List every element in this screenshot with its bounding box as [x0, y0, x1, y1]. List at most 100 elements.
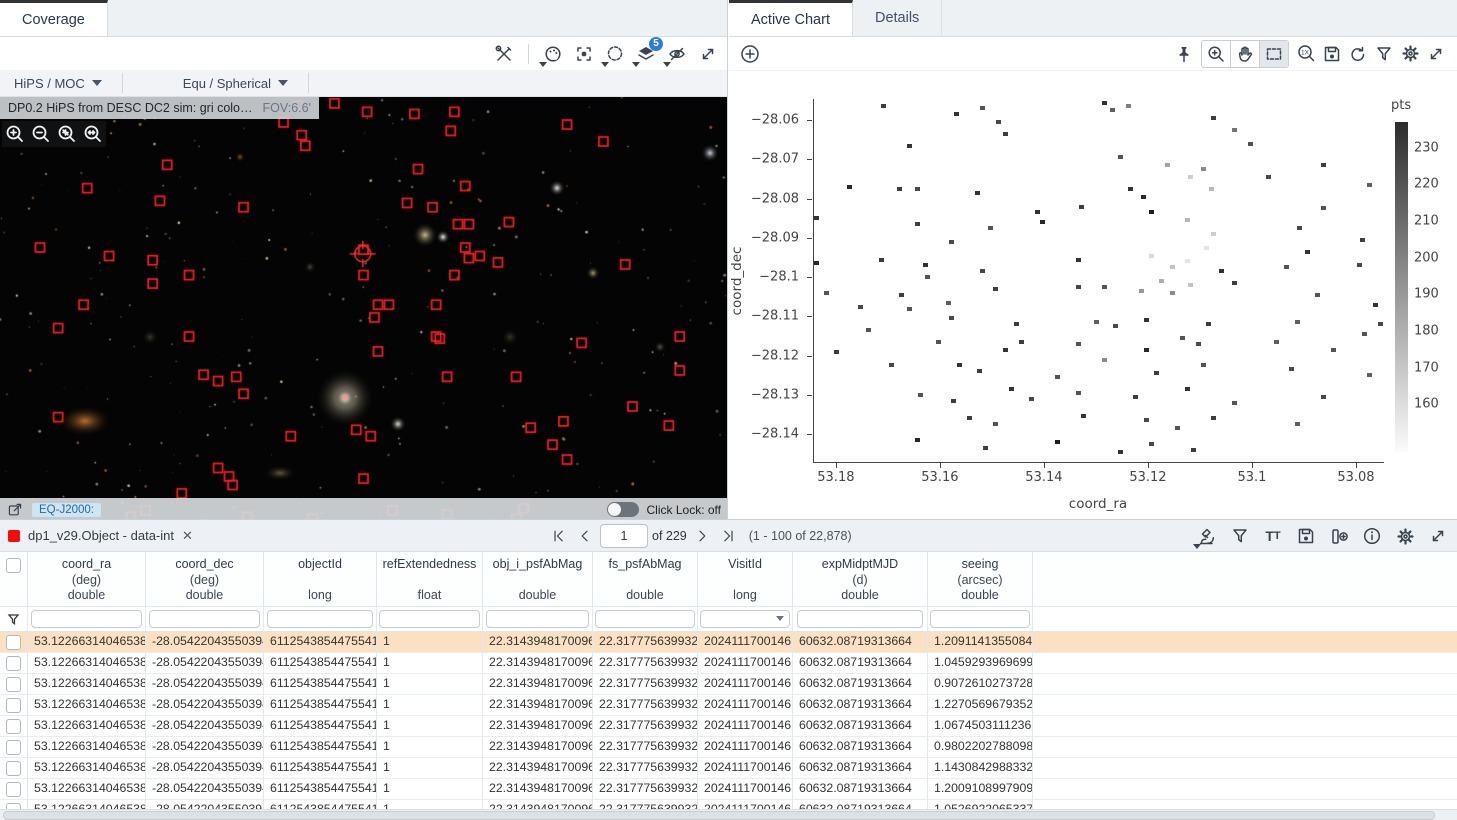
- row-checkbox[interactable]: [6, 677, 21, 692]
- row-checkbox[interactable]: [6, 698, 21, 713]
- scrollbar-thumb[interactable]: [3, 811, 1435, 820]
- table-row[interactable]: 53.12266314046538-28.0542204355039476112…: [0, 632, 1457, 653]
- last-page-icon[interactable]: [717, 525, 739, 547]
- plot-area[interactable]: [813, 99, 1384, 463]
- first-page-icon[interactable]: [548, 525, 570, 547]
- close-icon[interactable]: ✕: [182, 528, 193, 544]
- add-column-icon[interactable]: [1326, 523, 1352, 549]
- table-row[interactable]: 53.12266314046538-28.0542204355039476112…: [0, 758, 1457, 779]
- save-icon[interactable]: [1293, 523, 1319, 549]
- column-header-VisitId[interactable]: VisitIdlong: [698, 552, 793, 606]
- filter-dropdown-caret[interactable]: [776, 616, 784, 621]
- column-header-coord_dec[interactable]: coord_dec(deg)double: [146, 552, 264, 606]
- filter-input-obj_i_psfAbMag[interactable]: [486, 610, 590, 628]
- tab-details[interactable]: Details: [853, 0, 942, 36]
- projection-label: Equ / Spherical: [183, 76, 271, 91]
- expand-icon[interactable]: [1423, 41, 1449, 67]
- x-tick-label: 53.16: [921, 470, 958, 485]
- add-chart-icon[interactable]: [737, 41, 763, 67]
- recenter-icon[interactable]: [571, 41, 597, 67]
- info-icon[interactable]: [1359, 523, 1385, 549]
- horizontal-scrollbar[interactable]: [0, 809, 1457, 820]
- select-all-checkbox[interactable]: [6, 558, 21, 573]
- table-color-swatch: [8, 530, 20, 542]
- restore-icon[interactable]: [1345, 41, 1371, 67]
- table-row[interactable]: 53.12266314046538-28.0542204355039476112…: [0, 737, 1457, 758]
- zoom-in-icon[interactable]: [2, 121, 28, 147]
- cell-seeing: 1.0459293969699275: [928, 653, 1033, 673]
- cell-refExtendedness: 1: [377, 758, 483, 778]
- column-header-obj_i_psfAbMag[interactable]: obj_i_psfAbMagdouble: [483, 552, 593, 606]
- expand-icon[interactable]: [695, 41, 721, 67]
- heatmap-cell: [814, 261, 819, 265]
- projection-dropdown[interactable]: Equ / Spherical: [169, 76, 302, 91]
- settings-gear-icon[interactable]: [1392, 523, 1418, 549]
- select-region-icon[interactable]: [602, 41, 628, 67]
- column-header-objectId[interactable]: objectIdlong: [264, 552, 377, 606]
- x-tick-label: 53.08: [1337, 470, 1374, 485]
- zoom-fill-icon[interactable]: [80, 121, 106, 147]
- next-page-icon[interactable]: [691, 525, 713, 547]
- hips-sky-canvas[interactable]: [0, 97, 727, 521]
- row-checkbox[interactable]: [6, 656, 21, 671]
- zoom-out-icon[interactable]: [28, 121, 54, 147]
- filter-icon[interactable]: [1227, 523, 1253, 549]
- row-checkbox[interactable]: [6, 740, 21, 755]
- page-number-input[interactable]: [600, 524, 648, 548]
- filter-icon[interactable]: [1371, 41, 1397, 67]
- cell-fs_psfAbMag: 22.31777563993289: [593, 716, 698, 736]
- row-checkbox[interactable]: [6, 782, 21, 797]
- layers-icon[interactable]: 5: [633, 41, 659, 67]
- cell-coord_ra: 53.12266314046538: [28, 758, 146, 778]
- table-row[interactable]: 53.12266314046538-28.0542204355039476112…: [0, 653, 1457, 674]
- cell-refExtendedness: 1: [377, 632, 483, 652]
- save-icon[interactable]: [1319, 41, 1345, 67]
- tab-coverage[interactable]: Coverage: [0, 0, 108, 36]
- filter-input-fs_psfAbMag[interactable]: [595, 610, 695, 628]
- pin-icon[interactable]: [1171, 41, 1197, 67]
- hips-moc-dropdown[interactable]: HiPS / MOC: [0, 76, 116, 91]
- filter-input-coord_ra[interactable]: [31, 610, 142, 628]
- tab-active-chart[interactable]: Active Chart: [729, 0, 853, 36]
- expand-icon[interactable]: [1425, 523, 1451, 549]
- row-checkbox[interactable]: [6, 719, 21, 734]
- tools-icon[interactable]: [491, 41, 517, 67]
- text-view-icon[interactable]: TT: [1260, 523, 1286, 549]
- pagination: of 229 (1 - 100 of 22,878): [548, 520, 852, 552]
- box-select-icon[interactable]: [1260, 41, 1288, 67]
- zoom-original-icon[interactable]: 1X: [1293, 41, 1319, 67]
- table-row[interactable]: 53.12266314046538-28.0542204355039476112…: [0, 716, 1457, 737]
- row-checkbox[interactable]: [6, 761, 21, 776]
- table-row[interactable]: 53.12266314046538-28.0542204355039476112…: [0, 695, 1457, 716]
- zoom-in-icon[interactable]: [1202, 41, 1231, 67]
- column-header-fs_psfAbMag[interactable]: fs_psfAbMagdouble: [593, 552, 698, 606]
- filter-input-coord_dec[interactable]: [149, 610, 260, 628]
- column-header-refExtendedness[interactable]: refExtendednessfloat: [377, 552, 483, 606]
- external-link-icon[interactable]: [6, 501, 24, 519]
- heatmap-cell: [1274, 340, 1279, 344]
- cell-obj_i_psfAbMag: 22.31439481700967: [483, 716, 593, 736]
- table-row[interactable]: 53.12266314046538-28.0542204355039476112…: [0, 674, 1457, 695]
- click-lock-toggle[interactable]: [607, 502, 639, 517]
- table-row[interactable]: 53.12266314046538-28.0542204355039476112…: [0, 779, 1457, 800]
- column-header-seeing[interactable]: seeing(arcsec)double: [928, 552, 1033, 606]
- filter-input-expMidptMJD[interactable]: [797, 610, 923, 628]
- color-palette-icon[interactable]: [540, 41, 566, 67]
- filter-input-objectId[interactable]: [267, 610, 374, 628]
- zoom-fit-icon[interactable]: [54, 121, 80, 147]
- heatmap-chart[interactable]: coord_dec coord_ra pts 53.1853.1653.1453…: [729, 71, 1457, 521]
- cell-objectId: 611254385447554104: [264, 716, 377, 736]
- filter-input-refExtendedness[interactable]: [379, 610, 479, 628]
- pan-icon[interactable]: [1231, 41, 1260, 67]
- prev-page-icon[interactable]: [574, 525, 596, 547]
- column-header-expMidptMJD[interactable]: expMidptMJD(d)double: [793, 552, 928, 606]
- cell-VisitId: 2024111700146: [698, 674, 793, 694]
- visibility-off-icon[interactable]: [664, 41, 690, 67]
- row-checkbox[interactable]: [6, 635, 21, 650]
- sky-image[interactable]: DP0.2 HiPS from DESC DC2 sim: gri colo… …: [0, 97, 727, 521]
- heatmap-cell: [1180, 336, 1185, 340]
- filter-input-seeing[interactable]: [930, 610, 1030, 628]
- inspect-icon[interactable]: [1194, 523, 1220, 549]
- settings-gear-icon[interactable]: [1397, 41, 1423, 67]
- column-header-coord_ra[interactable]: coord_ra(deg)double: [28, 552, 146, 606]
